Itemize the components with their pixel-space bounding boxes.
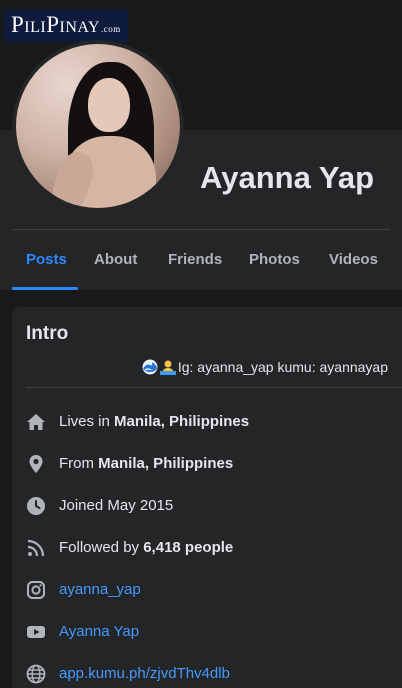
website-link[interactable]: app.kumu.ph/zjvdThv4dlb (59, 662, 230, 686)
lives-place[interactable]: Manila, Philippines (114, 413, 249, 430)
intro-divider (26, 387, 402, 388)
followers-count[interactable]: 6,418 people (143, 539, 233, 556)
instagram-icon (27, 581, 45, 599)
tab-photos[interactable]: Photos (249, 230, 300, 290)
wave-emoji-icon (142, 359, 158, 375)
instagram-link[interactable]: ayanna_yap (59, 578, 141, 602)
joined-text: Joined May 2015 (59, 497, 174, 514)
home-icon (27, 414, 45, 430)
intro-bio-text: Ig: ayanna_yap kumu: ayannayap (177, 359, 388, 375)
tab-about[interactable]: About (94, 230, 137, 290)
rss-icon (27, 539, 45, 557)
youtube-link[interactable]: Ayanna Yap (59, 620, 139, 644)
intro-card: Intro Ig: ayanna_yap kumu: ayannayap Liv… (12, 307, 402, 688)
globe-icon (26, 664, 46, 684)
avatar-photo (16, 44, 180, 208)
location-pin-icon (29, 455, 43, 473)
watermark-logo: PiliPinay.com (4, 10, 128, 42)
youtube-icon (27, 626, 45, 638)
intro-title: Intro (26, 323, 69, 344)
profile-avatar[interactable] (12, 40, 184, 212)
active-tab-indicator (12, 287, 78, 290)
clock-icon (27, 497, 45, 515)
profile-tabs: Posts About Friends Photos Videos (0, 230, 402, 290)
profile-name: Ayanna Yap (200, 160, 375, 195)
tab-videos[interactable]: Videos (329, 230, 378, 290)
person-emoji-icon (159, 360, 176, 375)
tab-posts[interactable]: Posts (26, 230, 67, 290)
from-place[interactable]: Manila, Philippines (98, 455, 233, 472)
intro-bio: Ig: ayanna_yap kumu: ayannayap (142, 359, 388, 375)
tab-friends[interactable]: Friends (168, 230, 222, 290)
